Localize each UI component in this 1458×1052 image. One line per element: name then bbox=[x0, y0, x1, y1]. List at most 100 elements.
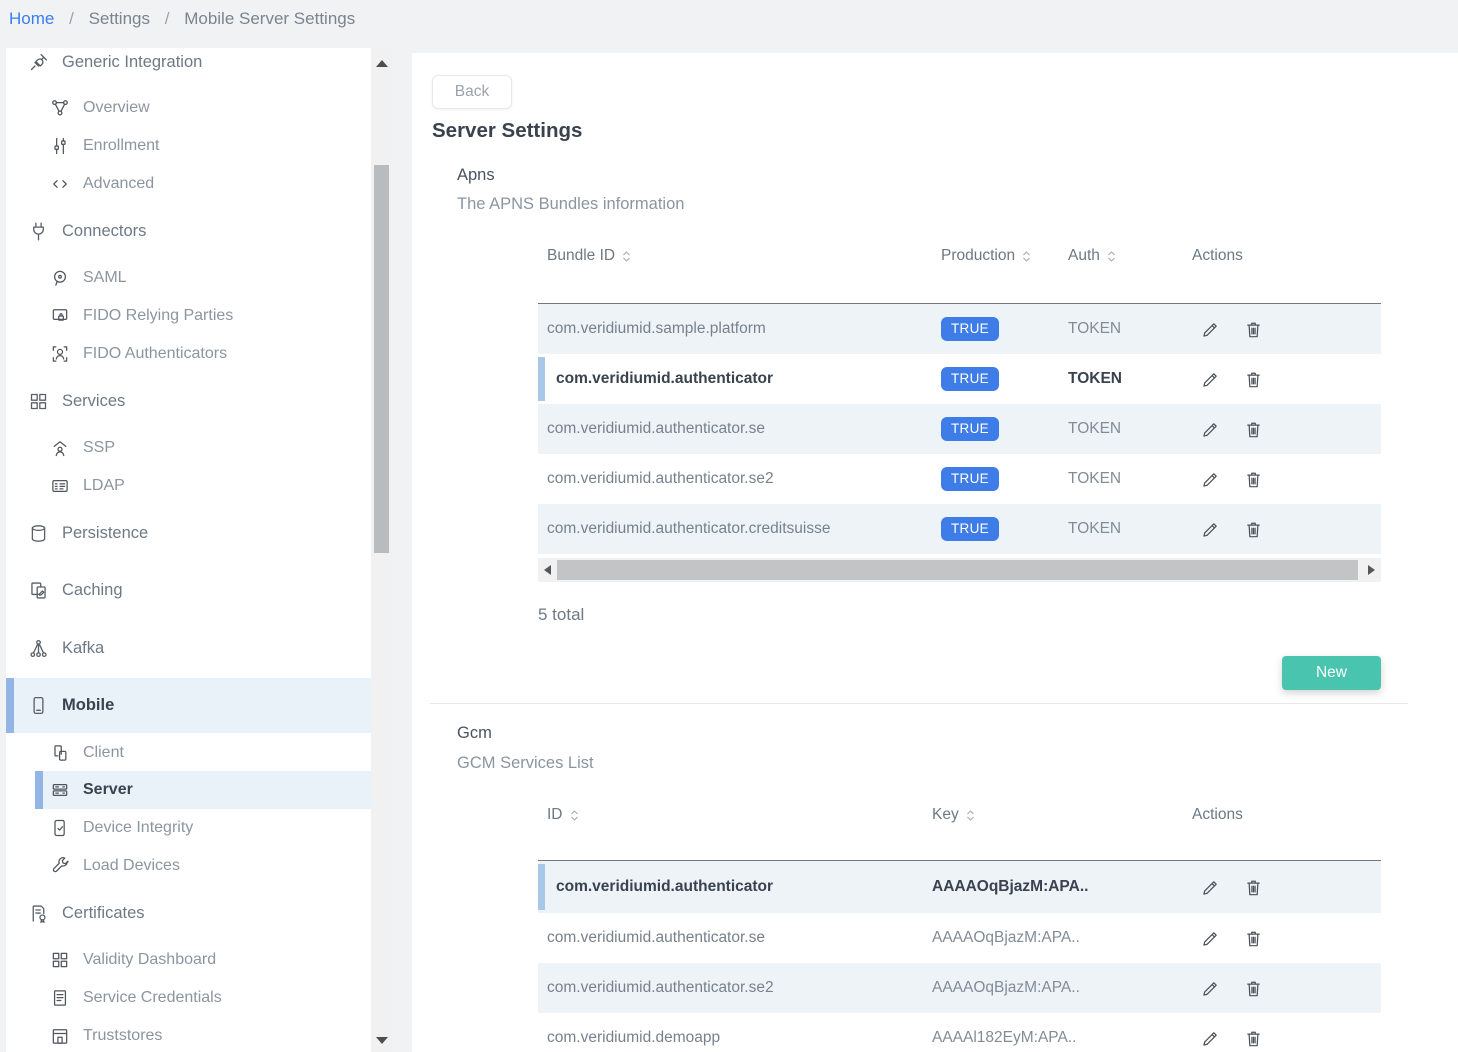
apns-section-description: The APNS Bundles information bbox=[457, 195, 684, 214]
table-row[interactable]: com.veridiumid.authenticator.se2 TRUE TO… bbox=[538, 454, 1381, 504]
sidebar-item-fido-authenticators[interactable]: FIDO Authenticators bbox=[6, 335, 371, 373]
column-header-bundle-id[interactable]: Bundle ID bbox=[538, 247, 941, 265]
sidebar-item-server[interactable]: Server bbox=[6, 771, 371, 809]
sidebar-item-load-devices[interactable]: Load Devices bbox=[6, 847, 371, 885]
person-brackets-icon bbox=[50, 344, 70, 364]
sidebar-item-generic-integration[interactable]: Generic Integration bbox=[6, 48, 371, 81]
grid-icon bbox=[50, 950, 70, 970]
sidebar-item-connectors[interactable]: Connectors bbox=[6, 212, 371, 250]
sort-icon bbox=[1106, 248, 1117, 265]
column-header-actions: Actions bbox=[1192, 806, 1381, 824]
delete-icon[interactable] bbox=[1243, 1028, 1264, 1049]
sidebar-item-ssp[interactable]: SSP bbox=[6, 429, 371, 467]
edit-icon[interactable] bbox=[1200, 928, 1221, 949]
delete-icon[interactable] bbox=[1243, 978, 1264, 999]
sidebar-item-validity-dashboard[interactable]: Validity Dashboard bbox=[6, 941, 371, 979]
new-button[interactable]: New bbox=[1282, 656, 1381, 690]
delete-icon[interactable] bbox=[1243, 419, 1264, 440]
sidebar-item-fido-relying-parties[interactable]: FIDO Relying Parties bbox=[6, 297, 371, 335]
apns-section-heading: Apns bbox=[457, 166, 495, 185]
table-row[interactable]: com.veridiumid.authenticator.creditsuiss… bbox=[538, 504, 1381, 554]
scroll-left-arrow-icon[interactable] bbox=[544, 565, 551, 575]
edit-icon[interactable] bbox=[1200, 1028, 1221, 1049]
column-header-auth[interactable]: Auth bbox=[1068, 247, 1192, 265]
edit-icon[interactable] bbox=[1200, 978, 1221, 999]
production-badge: TRUE bbox=[941, 317, 999, 341]
edit-icon[interactable] bbox=[1200, 419, 1221, 440]
sidebar-item-persistence[interactable]: Persistence bbox=[6, 514, 371, 552]
table-row[interactable]: com.veridiumid.authenticator.se TRUE TOK… bbox=[538, 404, 1381, 454]
delete-icon[interactable] bbox=[1243, 519, 1264, 540]
sidebar-item-saml[interactable]: SAML bbox=[6, 259, 371, 297]
delete-icon[interactable] bbox=[1243, 369, 1264, 390]
total-count: 5 total bbox=[538, 605, 584, 625]
delete-icon[interactable] bbox=[1243, 319, 1264, 340]
wrench-icon bbox=[50, 856, 70, 876]
table-row[interactable]: com.veridiumid.authenticator.se AAAAOqBj… bbox=[538, 913, 1381, 963]
sidebar-item-truststores[interactable]: Truststores bbox=[6, 1017, 371, 1052]
sidebar-item-mobile[interactable]: Mobile bbox=[6, 678, 371, 733]
main-panel: Back Server Settings Apns The APNS Bundl… bbox=[412, 53, 1458, 1052]
section-divider bbox=[430, 703, 1408, 704]
scroll-right-arrow-icon[interactable] bbox=[1368, 565, 1375, 575]
nodes-icon bbox=[28, 638, 49, 659]
sort-icon bbox=[965, 807, 976, 824]
production-badge: TRUE bbox=[941, 517, 999, 541]
scroll-up-arrow-icon[interactable] bbox=[376, 60, 388, 67]
column-header-production[interactable]: Production bbox=[941, 247, 1068, 265]
horizontal-scrollbar[interactable] bbox=[538, 558, 1381, 582]
sort-icon bbox=[569, 807, 580, 824]
table-row[interactable]: com.veridiumid.demoapp AAAAl182EyM:APA.. bbox=[538, 1013, 1381, 1052]
server-rack-icon bbox=[50, 780, 70, 800]
table-row-selected[interactable]: com.veridiumid.authenticator TRUE TOKEN bbox=[538, 354, 1381, 404]
breadcrumb-home[interactable]: Home bbox=[9, 9, 54, 28]
sidebar-item-ldap[interactable]: LDAP bbox=[6, 467, 371, 505]
table-row[interactable]: com.veridiumid.sample.platform TRUE TOKE… bbox=[538, 304, 1381, 354]
screen-lock-icon bbox=[50, 306, 70, 326]
sidebar-item-caching[interactable]: Caching bbox=[6, 571, 371, 609]
sidebar-scrollbar-thumb[interactable] bbox=[374, 165, 389, 553]
edit-icon[interactable] bbox=[1200, 469, 1221, 490]
edit-icon[interactable] bbox=[1200, 519, 1221, 540]
horizontal-scrollbar-thumb[interactable] bbox=[557, 560, 1358, 580]
sidebar-item-services[interactable]: Services bbox=[6, 382, 371, 420]
code-icon bbox=[50, 174, 70, 194]
sidebar-item-certificates[interactable]: Certificates bbox=[6, 894, 371, 932]
sidebar-item-device-integrity[interactable]: Device Integrity bbox=[6, 809, 371, 847]
sidebar-item-service-credentials[interactable]: Service Credentials bbox=[6, 979, 371, 1017]
edit-icon[interactable] bbox=[1200, 877, 1221, 898]
certificate-icon bbox=[28, 903, 49, 924]
production-badge: TRUE bbox=[941, 467, 999, 491]
sidebar-item-client[interactable]: Client bbox=[6, 734, 371, 772]
delete-icon[interactable] bbox=[1243, 469, 1264, 490]
sidebar-scrollbar[interactable] bbox=[371, 48, 392, 1052]
sidebar-item-advanced[interactable]: Advanced bbox=[6, 165, 371, 203]
devices-icon bbox=[50, 743, 70, 763]
mobile-server-settings-page: Home / Settings / Mobile Server Settings… bbox=[0, 0, 1458, 1052]
table-row[interactable]: com.veridiumid.authenticator.se2 AAAAOqB… bbox=[538, 963, 1381, 1013]
gcm-table: com.veridiumid.authenticator AAAAOqBjazM… bbox=[538, 861, 1381, 1052]
column-header-key[interactable]: Key bbox=[932, 806, 1192, 824]
breadcrumb: Home / Settings / Mobile Server Settings bbox=[9, 9, 355, 29]
delete-icon[interactable] bbox=[1243, 877, 1264, 898]
scroll-down-arrow-icon[interactable] bbox=[376, 1037, 388, 1044]
grid-icon bbox=[28, 391, 49, 412]
delete-icon[interactable] bbox=[1243, 928, 1264, 949]
production-badge: TRUE bbox=[941, 417, 999, 441]
page-title: Server Settings bbox=[432, 119, 582, 143]
breadcrumb-separator: / bbox=[69, 9, 74, 28]
document-lines-icon bbox=[50, 988, 70, 1008]
column-header-id[interactable]: ID bbox=[538, 806, 932, 824]
breadcrumb-settings[interactable]: Settings bbox=[89, 9, 150, 28]
edit-icon[interactable] bbox=[1200, 319, 1221, 340]
sidebar-item-overview[interactable]: Overview bbox=[6, 89, 371, 127]
sidebar-item-enrollment[interactable]: Enrollment bbox=[6, 127, 371, 165]
archive-box-icon bbox=[50, 1026, 70, 1046]
phone-icon bbox=[28, 695, 49, 716]
production-badge: TRUE bbox=[941, 367, 999, 391]
edit-icon[interactable] bbox=[1200, 369, 1221, 390]
table-row-selected[interactable]: com.veridiumid.authenticator AAAAOqBjazM… bbox=[538, 861, 1381, 913]
back-button[interactable]: Back bbox=[432, 75, 512, 109]
apns-table-header: Bundle ID Production Auth Actions bbox=[538, 241, 1381, 271]
sidebar-item-kafka[interactable]: Kafka bbox=[6, 629, 371, 667]
